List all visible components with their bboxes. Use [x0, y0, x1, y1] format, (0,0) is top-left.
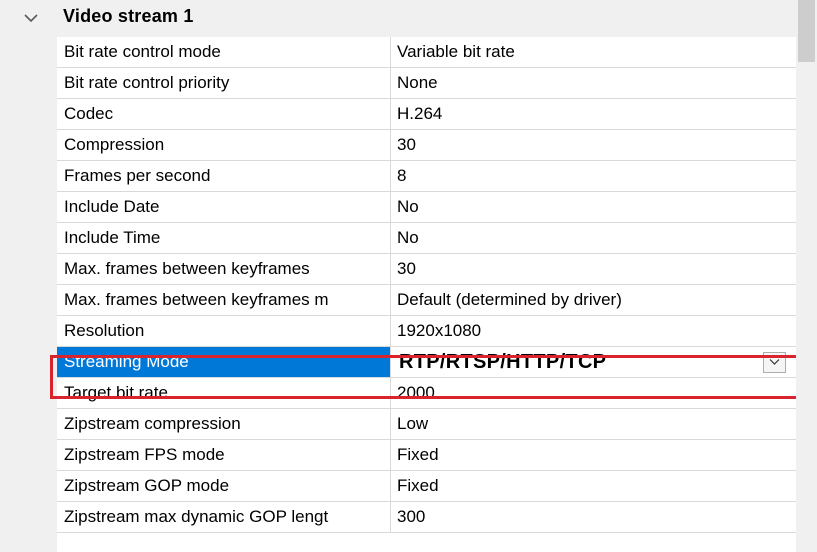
- property-row[interactable]: Zipstream GOP mode Fixed: [57, 471, 796, 502]
- property-grid: Video stream 1 Bit rate control mode Vari…: [0, 0, 802, 552]
- property-name[interactable]: Zipstream FPS mode: [57, 440, 391, 470]
- category-header-video-stream-1[interactable]: Video stream 1: [0, 0, 796, 37]
- property-value-text: RTP/RTSP/HTTP/TCP: [399, 351, 607, 373]
- property-value[interactable]: Fixed: [391, 440, 796, 470]
- property-value-dropdown[interactable]: RTP/RTSP/HTTP/TCP: [391, 347, 796, 377]
- scrollbar-thumb[interactable]: [798, 0, 815, 62]
- property-name[interactable]: Bit rate control mode: [57, 37, 391, 67]
- property-row[interactable]: Target bit rate 2000: [57, 378, 796, 409]
- property-value-text: 30: [397, 135, 416, 154]
- property-value[interactable]: H.264: [391, 99, 796, 129]
- property-value[interactable]: 30: [391, 130, 796, 160]
- property-value-text: Variable bit rate: [397, 42, 515, 61]
- property-value-text: Fixed: [397, 476, 439, 495]
- property-row[interactable]: Zipstream compression Low: [57, 409, 796, 440]
- chevron-down-icon: [769, 359, 780, 365]
- property-name[interactable]: Zipstream GOP mode: [57, 471, 391, 501]
- property-name[interactable]: Zipstream max dynamic GOP lengt: [57, 502, 391, 532]
- property-name[interactable]: Max. frames between keyframes: [57, 254, 391, 284]
- property-value[interactable]: None: [391, 68, 796, 98]
- dropdown-button[interactable]: [763, 352, 786, 373]
- property-row[interactable]: Zipstream FPS mode Fixed: [57, 440, 796, 471]
- property-row[interactable]: Bit rate control mode Variable bit rate: [57, 37, 796, 68]
- property-row[interactable]: Codec H.264: [57, 99, 796, 130]
- property-row[interactable]: Zipstream max dynamic GOP lengt 300: [57, 502, 796, 533]
- property-value-text: 300: [397, 507, 426, 526]
- property-value-text: 1920x1080: [397, 321, 482, 340]
- property-name[interactable]: Include Time: [57, 223, 391, 253]
- property-row[interactable]: Compression 30: [57, 130, 796, 161]
- chevron-down-icon[interactable]: [22, 10, 40, 26]
- property-value-text: No: [397, 197, 419, 216]
- property-value[interactable]: Fixed: [391, 471, 796, 501]
- property-value-text: 30: [397, 259, 416, 278]
- property-value[interactable]: 300: [391, 502, 796, 532]
- property-value-text: Low: [397, 414, 429, 433]
- vertical-scrollbar[interactable]: [796, 0, 817, 552]
- property-row[interactable]: Include Time No: [57, 223, 796, 254]
- property-name[interactable]: Streaming Mode: [57, 347, 391, 377]
- property-value[interactable]: 30: [391, 254, 796, 284]
- property-name[interactable]: Max. frames between keyframes m: [57, 285, 391, 315]
- property-name[interactable]: Resolution: [57, 316, 391, 346]
- property-row[interactable]: Frames per second 8: [57, 161, 796, 192]
- property-value-text: 8: [397, 166, 407, 185]
- property-value-text: No: [397, 228, 419, 247]
- property-row[interactable]: Bit rate control priority None: [57, 68, 796, 99]
- property-value[interactable]: 1920x1080: [391, 316, 796, 346]
- property-value-text: 2000: [397, 383, 435, 402]
- property-value-text: Default (determined by driver): [397, 290, 622, 309]
- property-name[interactable]: Bit rate control priority: [57, 68, 391, 98]
- property-value[interactable]: Default (determined by driver): [391, 285, 796, 315]
- property-row[interactable]: Include Date No: [57, 192, 796, 223]
- property-name[interactable]: Include Date: [57, 192, 391, 222]
- property-name[interactable]: Frames per second: [57, 161, 391, 191]
- property-value[interactable]: No: [391, 192, 796, 222]
- property-row[interactable]: Max. frames between keyframes 30: [57, 254, 796, 285]
- property-value[interactable]: No: [391, 223, 796, 253]
- property-grid-gutter: [0, 37, 57, 552]
- property-value-text: Fixed: [397, 445, 439, 464]
- property-value[interactable]: 8: [391, 161, 796, 191]
- property-row[interactable]: Resolution 1920x1080: [57, 316, 796, 347]
- property-name[interactable]: Compression: [57, 130, 391, 160]
- property-name[interactable]: Zipstream compression: [57, 409, 391, 439]
- property-value[interactable]: 2000: [391, 378, 796, 408]
- property-value[interactable]: Low: [391, 409, 796, 439]
- property-value-text: H.264: [397, 104, 443, 123]
- property-name[interactable]: Codec: [57, 99, 391, 129]
- category-label: Video stream 1: [63, 6, 194, 26]
- property-row[interactable]: Streaming Mode RTP/RTSP/HTTP/TCP: [57, 347, 796, 378]
- property-value[interactable]: Variable bit rate: [391, 37, 796, 67]
- property-row[interactable]: Max. frames between keyframes m Default (…: [57, 285, 796, 316]
- property-name[interactable]: Target bit rate: [57, 378, 391, 408]
- property-value-text: None: [397, 73, 438, 92]
